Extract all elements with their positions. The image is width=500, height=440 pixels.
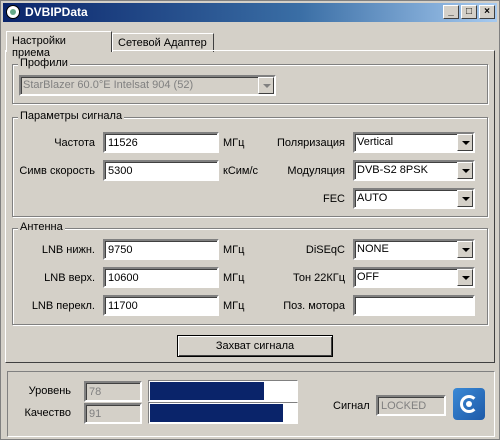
level-bar [148,380,298,402]
tab-panel: Профили StarBlazer 60.0°E Intelsat 904 (… [5,50,495,363]
maximize-button[interactable]: □ [461,5,477,19]
quality-bar-fill [150,404,283,422]
minimize-button[interactable]: _ [443,5,459,19]
lnb-low-input[interactable]: 9750 [103,239,219,260]
modulation-value: DVB-S2 8PSK [357,164,428,176]
antenna-group-label: Антенна [18,221,65,233]
lnb-switch-unit: МГц [223,300,245,312]
lnb-switch-input[interactable]: 11700 [103,295,219,316]
tone-22khz-label: Тон 22КГц [292,272,345,284]
polarization-label: Поляризация [277,137,345,149]
diseqc-label: DiSEqC [305,244,345,256]
fec-select[interactable]: AUTO [353,188,475,209]
chevron-down-icon [258,77,274,94]
chevron-down-icon [457,241,473,258]
profile-select[interactable]: StarBlazer 60.0°E Intelsat 904 (52) [19,75,276,96]
window-title: DVBIPData [25,5,88,19]
lnb-high-unit: МГц [223,272,245,284]
tone-22khz-value: OFF [357,271,379,283]
lnb-low-label: LNB нижн. [41,244,95,256]
quality-label: Качество [24,407,71,419]
tab-receive-settings[interactable]: Настройки приема [6,31,112,59]
motor-position-label: Поз. мотора [283,300,345,312]
title-bar[interactable]: DVBIPData _ □ × [3,3,497,22]
profiles-group: Профили StarBlazer 60.0°E Intelsat 904 (… [12,57,488,104]
chevron-down-icon [457,269,473,286]
quality-value: 91 [84,403,142,424]
chevron-down-icon [457,162,473,179]
lnb-switch-label: LNB перекл. [31,300,95,312]
signal-label: Сигнал [333,400,370,412]
close-button[interactable]: × [479,5,495,19]
signal-params-group-label: Параметры сигнала [18,110,125,122]
motor-position-input[interactable] [353,295,475,316]
fec-label: FEC [323,193,345,205]
modulation-select[interactable]: DVB-S2 8PSK [353,160,475,181]
diseqc-select[interactable]: NONE [353,239,475,260]
frequency-input[interactable]: 11526 [103,132,219,153]
lnb-low-unit: МГц [223,244,245,256]
polarization-value: Vertical [357,136,394,148]
polarization-select[interactable]: Vertical [353,132,475,153]
symbol-rate-input[interactable]: 5300 [103,160,219,181]
quality-bar [148,402,298,424]
level-value: 78 [84,381,142,402]
level-bar-fill [150,382,264,400]
chevron-down-icon [457,134,473,151]
signal-status-value: LOCKED [376,395,446,416]
capture-signal-button[interactable]: Захват сигнала [177,335,333,357]
app-window: DVBIPData _ □ × Настройки приема Сетевой… [0,0,500,440]
profile-select-value: StarBlazer 60.0°E Intelsat 904 (52) [23,79,194,91]
diseqc-value: NONE [357,243,389,255]
antenna-group: Антенна LNB нижн. 9750 МГц LNB верх. 106… [12,221,488,325]
frequency-label: Частота [54,137,95,149]
level-label: Уровень [28,385,71,397]
frequency-unit: МГц [223,137,245,149]
chevron-down-icon [457,190,473,207]
satellite-logo-icon [453,388,485,420]
lnb-high-label: LNB верх. [44,272,95,284]
signal-params-group: Параметры сигнала Частота 11526 МГц Симв… [12,110,488,217]
fec-value: AUTO [357,192,388,204]
tone-22khz-select[interactable]: OFF [353,267,475,288]
modulation-label: Модуляция [287,165,345,177]
symbol-rate-label: Симв скорость [19,165,95,177]
lnb-high-input[interactable]: 10600 [103,267,219,288]
app-icon [6,5,20,19]
